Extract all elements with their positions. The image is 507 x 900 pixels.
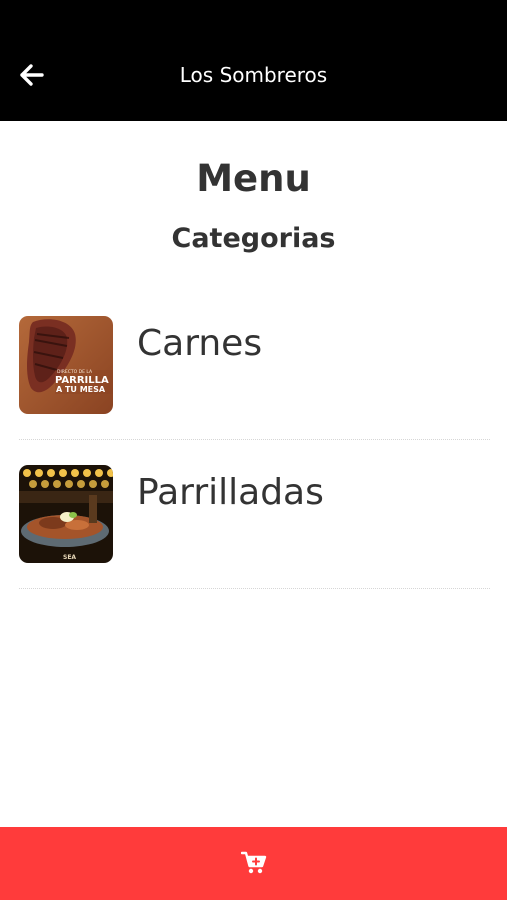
app-bar: Los Sombreros: [0, 0, 507, 121]
cart-plus-icon: [241, 851, 267, 874]
thumbnail-caption-line1: SEA: [63, 554, 76, 561]
category-list: DIRECTO DE LA PARRILLA A TU MESA Carnes: [19, 291, 490, 589]
category-label: Carnes: [137, 323, 263, 364]
cart-button[interactable]: [0, 827, 507, 900]
category-thumbnail: SEA: [19, 465, 113, 563]
thumbnail-caption-line2: A TU MESA: [56, 385, 106, 394]
category-item-carnes[interactable]: DIRECTO DE LA PARRILLA A TU MESA Carnes: [19, 291, 490, 440]
app-title: Los Sombreros: [179, 63, 328, 87]
screen: Los Sombreros Menu Categorias DIRECTO DE…: [0, 0, 507, 900]
category-label: Parrilladas: [137, 472, 324, 513]
category-item-parrilladas[interactable]: SEA Parrilladas: [19, 440, 490, 589]
section-title: Categorias: [171, 223, 336, 254]
page-title: Menu: [196, 157, 311, 200]
category-thumbnail: DIRECTO DE LA PARRILLA A TU MESA: [19, 316, 113, 414]
